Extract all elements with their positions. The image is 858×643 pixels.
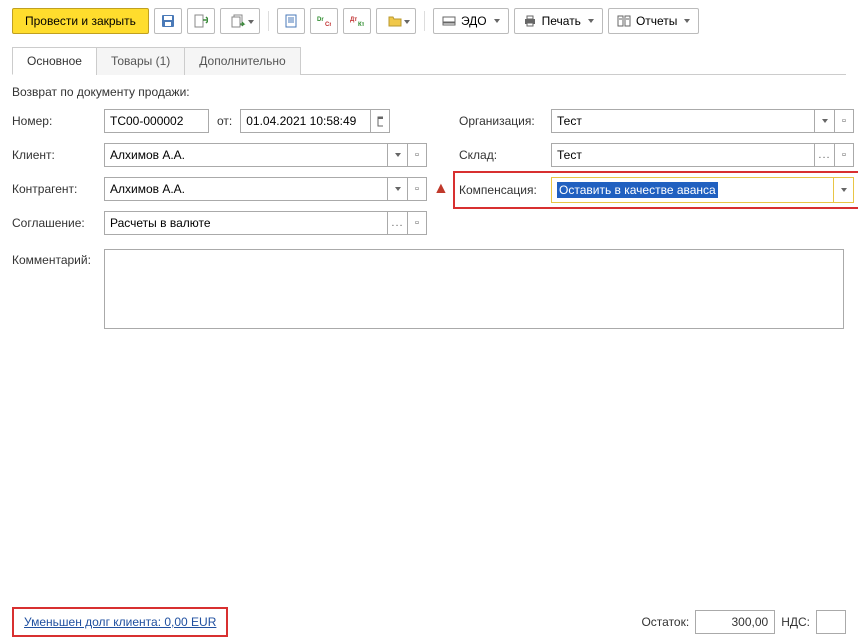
print-button[interactable]: Печать: [514, 8, 603, 34]
compensation-dropdown[interactable]: [833, 178, 853, 202]
form-grid: Номер: от: Клиент: ▫ Контрагент:: [12, 109, 846, 245]
vat-value: [816, 610, 846, 634]
compensation-value: Оставить в качестве аванса: [557, 182, 718, 198]
drcr-icon: DrCr: [317, 15, 331, 27]
label-agreement: Соглашение:: [12, 216, 104, 230]
create-based-on-button[interactable]: [220, 8, 260, 34]
folder-icon: [388, 14, 402, 28]
document-arrow-icon: [194, 14, 208, 28]
row-agreement: Соглашение: ... ▫: [12, 211, 427, 235]
dtkt-icon: ДтКт: [350, 15, 364, 27]
edo-button[interactable]: ЭДО: [433, 8, 509, 34]
reports-button[interactable]: Отчеты: [608, 8, 699, 34]
label-compensation: Компенсация:: [459, 183, 551, 197]
label-counterparty: Контрагент:: [12, 182, 104, 196]
post-button[interactable]: [187, 8, 215, 34]
save-button[interactable]: [154, 8, 182, 34]
tab-strip: Основное Товары (1) Дополнительно: [12, 46, 846, 75]
debt-link[interactable]: Уменьшен долг клиента: 0,00 EUR: [24, 615, 216, 629]
document-copy-icon: [231, 14, 247, 28]
svg-text:Cr: Cr: [325, 22, 331, 27]
balance-value: 300,00: [695, 610, 775, 634]
client-dropdown[interactable]: [387, 143, 407, 167]
calendar-icon: [377, 115, 383, 127]
row-comment: Комментарий:: [12, 249, 844, 329]
number-input[interactable]: [104, 109, 209, 133]
label-warehouse: Склад:: [459, 148, 551, 162]
warehouse-open[interactable]: ▫: [834, 143, 854, 167]
edo-label: ЭДО: [461, 14, 487, 28]
client-open[interactable]: ▫: [407, 143, 427, 167]
document-button[interactable]: [277, 8, 305, 34]
print-label: Печать: [542, 14, 581, 28]
counterparty-dropdown[interactable]: [387, 177, 407, 201]
label-comment: Комментарий:: [12, 249, 104, 329]
label-from: от:: [217, 114, 232, 128]
warehouse-input[interactable]: [551, 143, 814, 167]
org-dropdown[interactable]: [814, 109, 834, 133]
tab-extra[interactable]: Дополнительно: [184, 47, 300, 75]
svg-text:Дт: Дт: [350, 17, 357, 23]
dtkt-button[interactable]: ДтКт: [343, 8, 371, 34]
warning-icon-wrap: ▲: [433, 177, 453, 201]
label-number: Номер:: [12, 114, 104, 128]
svg-text:Dr: Dr: [317, 17, 324, 23]
save-icon: [161, 14, 175, 28]
date-input[interactable]: [240, 109, 370, 133]
form-title: Возврат по документу продажи:: [12, 85, 846, 99]
debt-link-box: Уменьшен долг клиента: 0,00 EUR: [12, 607, 228, 637]
svg-text:Кт: Кт: [358, 22, 364, 27]
row-counterparty: Контрагент: ▫: [12, 177, 427, 201]
org-input[interactable]: [551, 109, 814, 133]
toolbar-separator: [424, 11, 425, 31]
tab-goods[interactable]: Товары (1): [96, 47, 185, 75]
toolbar-separator: [268, 11, 269, 31]
compensation-input[interactable]: Оставить в качестве аванса: [552, 178, 833, 202]
vat-label: НДС:: [781, 615, 810, 629]
tab-main[interactable]: Основное: [12, 47, 97, 75]
compensation-highlight-box: Компенсация: Оставить в качестве аванса: [453, 171, 858, 209]
org-open[interactable]: ▫: [834, 109, 854, 133]
document-list-icon: [285, 14, 297, 28]
row-compensation: Компенсация: Оставить в качестве аванса: [459, 177, 854, 203]
attachments-button[interactable]: [376, 8, 416, 34]
agreement-more[interactable]: ...: [387, 211, 407, 235]
print-icon: [523, 15, 537, 27]
client-input[interactable]: [104, 143, 387, 167]
comment-textarea[interactable]: [104, 249, 844, 329]
drcr-button[interactable]: DrCr: [310, 8, 338, 34]
reports-label: Отчеты: [636, 14, 677, 28]
counterparty-input[interactable]: [104, 177, 387, 201]
warehouse-more[interactable]: ...: [814, 143, 834, 167]
right-column: Организация: ▫ Склад: ... ▫ Компенсация:…: [459, 109, 854, 245]
row-number: Номер: от:: [12, 109, 427, 133]
post-and-close-button[interactable]: Провести и закрыть: [12, 8, 149, 34]
calendar-button[interactable]: [370, 109, 390, 133]
row-org: Организация: ▫: [459, 109, 854, 133]
agreement-open[interactable]: ▫: [407, 211, 427, 235]
label-org: Организация:: [459, 114, 551, 128]
toolbar: Провести и закрыть DrCr ДтКт ЭДО Печать …: [12, 8, 846, 34]
edo-icon: [442, 15, 456, 27]
left-column: Номер: от: Клиент: ▫ Контрагент:: [12, 109, 427, 245]
label-client: Клиент:: [12, 148, 104, 162]
balance-label: Остаток:: [641, 615, 689, 629]
reports-icon: [617, 15, 631, 27]
footer-right: Остаток: 300,00 НДС:: [641, 610, 846, 634]
row-warehouse: Склад: ... ▫: [459, 143, 854, 167]
agreement-input[interactable]: [104, 211, 387, 235]
footer: Уменьшен долг клиента: 0,00 EUR Остаток:…: [12, 607, 846, 637]
row-client: Клиент: ▫: [12, 143, 427, 167]
warning-column: ▲: [433, 109, 453, 245]
warning-icon[interactable]: ▲: [433, 180, 449, 198]
counterparty-open[interactable]: ▫: [407, 177, 427, 201]
